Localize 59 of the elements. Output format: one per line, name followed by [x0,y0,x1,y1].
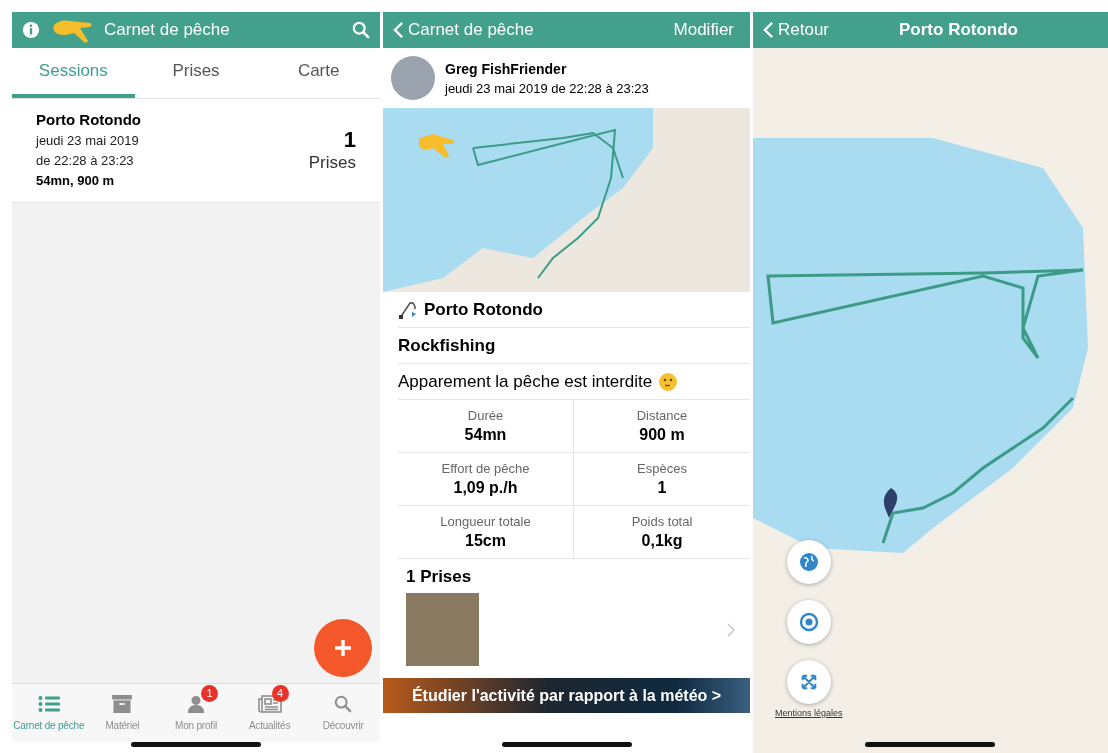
chevron-left-icon [763,21,774,39]
weather-banner[interactable]: Étudier l'activité par rapport à la météo > [383,678,750,713]
tab[interactable]: Carte [257,48,380,98]
thinking-face-icon [658,371,679,392]
session-note: Apparement la pêche est interdite [398,371,653,392]
newspaper-icon [257,695,282,713]
back-button[interactable]: Retour [763,20,830,40]
fishing-rod-icon [398,299,418,320]
catch-count-label: Prises [308,152,356,173]
author-name: Greg FishFriender [445,60,568,77]
globe-icon [798,552,819,572]
stat-value: 0,1kg [641,532,683,550]
notification-badge: 4 [271,685,289,702]
catches-title: 1 Prises [406,567,473,587]
session-place: Porto Rotondo [36,111,141,128]
target-icon [798,612,819,632]
person-icon [187,695,205,713]
notification-badge: 1 [201,685,218,702]
expand-icon [799,673,818,691]
header-title: Carnet de pêche [104,20,230,40]
stat-value: 15cm [465,532,506,550]
chevron-left-icon [393,21,404,39]
nav-tab[interactable]: Matériel [85,684,160,742]
box-icon [112,695,133,713]
add-button[interactable] [314,619,372,677]
technique-title: Rockfishing [398,335,496,356]
session-card[interactable]: Porto Rotondo jeudi 23 mai 2019 de 22:28 à 23:23 54mn, 900 m 1 Prises [12,99,380,203]
nav-tab[interactable]: 4 Actualités [232,684,307,742]
plus-icon [333,638,353,658]
session-date: jeudi 23 mai 2019 [36,133,140,148]
session-date: jeudi 23 mai 2019 de 22:28 à 23:23 [445,80,649,96]
nav-tab[interactable]: Carnet de pêche [12,684,86,742]
avatar [391,56,435,100]
stat-label: Effort de pêche [441,461,530,476]
search-icon[interactable] [352,21,370,39]
back-button[interactable]: Carnet de pêche [393,20,534,40]
tab[interactable]: Prises [134,48,258,98]
catch-count: 1 [343,126,356,153]
stat-label: Longueur totale [440,514,531,529]
list-icon [37,695,60,713]
stat-label: Distance [636,408,688,423]
stat-label: Espèces [637,461,687,476]
stat-value: 1,09 p./h [453,479,518,497]
stat-value: 900 m [639,426,685,444]
search-icon [334,695,353,713]
stat-value: 54mn [464,426,507,444]
stat-value: 1 [657,479,667,497]
nav-tab[interactable]: 1 Mon profil [159,684,233,742]
legal-link[interactable]: Mentions légales [775,708,843,718]
stat-label: Durée [467,408,504,423]
header-title: Porto Rotondo [899,20,1018,40]
stat-label: Poids total [631,514,693,529]
session-summary: 54mn, 900 m [36,173,116,188]
chevron-right-icon [727,622,735,637]
place-title: Porto Rotondo [424,299,543,320]
session-time: de 22:28 à 23:23 [36,153,135,168]
edit-button[interactable]: Modifier [667,19,740,41]
nav-tab[interactable]: Découvrir [306,684,380,742]
info-icon[interactable] [22,21,40,39]
